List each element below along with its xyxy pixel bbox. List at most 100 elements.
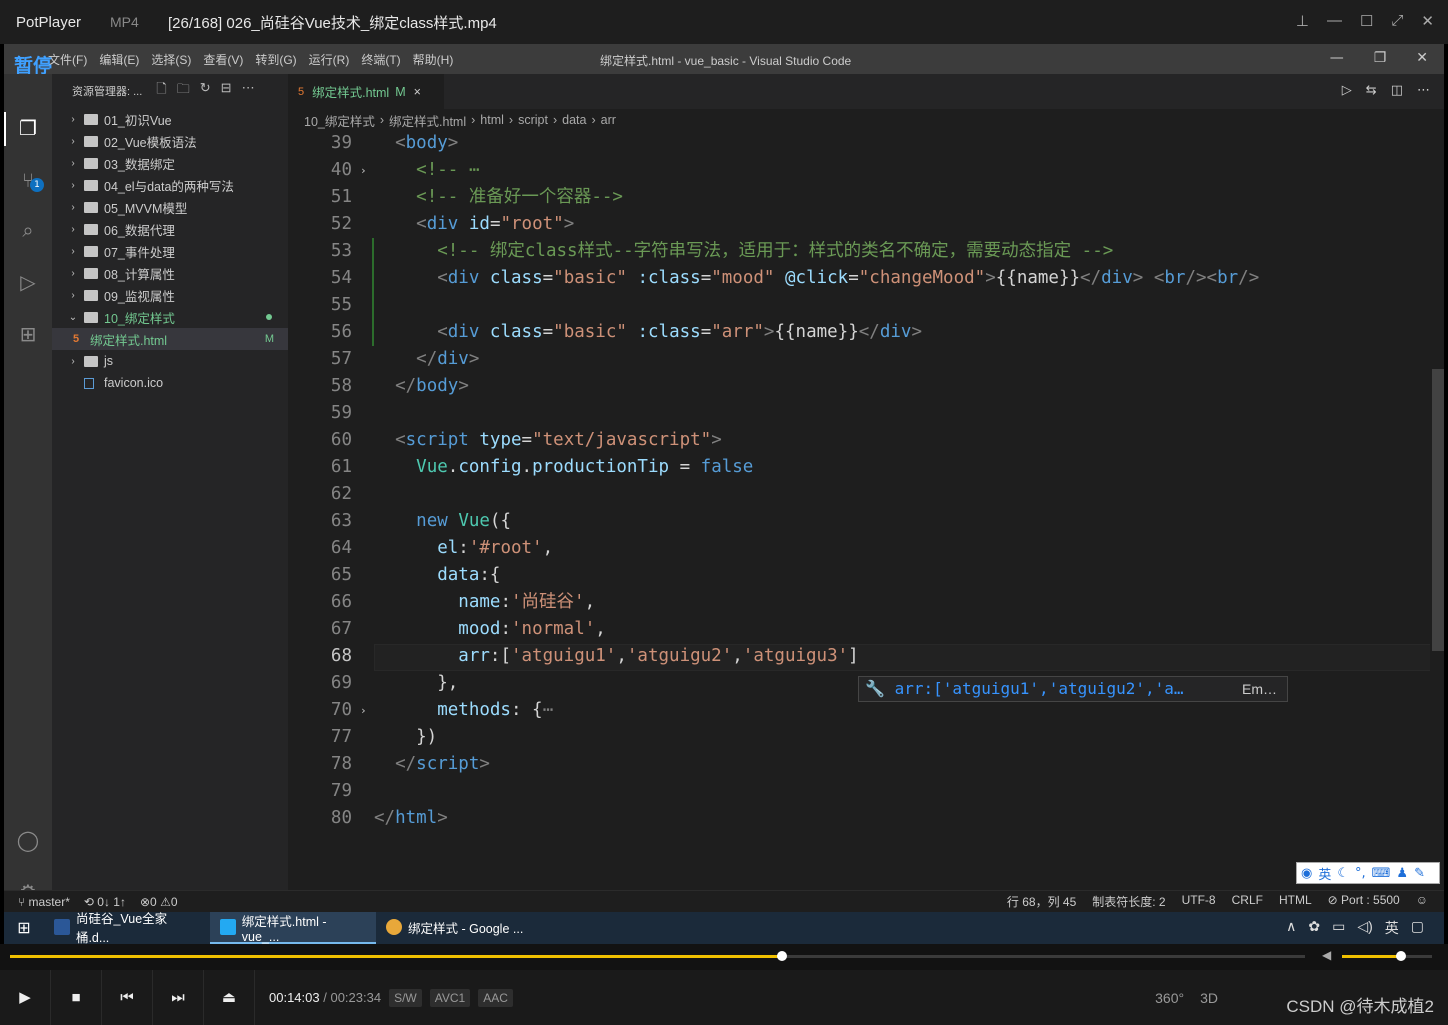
code-line[interactable]: })	[374, 724, 437, 751]
compare-icon[interactable]: ⇆	[1366, 83, 1377, 98]
network-icon[interactable]: ▭	[1332, 918, 1345, 938]
encoding[interactable]: UTF-8	[1182, 893, 1216, 910]
code-line[interactable]: <div class="basic" :class="mood" @click=…	[374, 265, 1259, 292]
menu-item[interactable]: 终端(T)	[355, 51, 406, 68]
folder-item[interactable]: › 08_计算属性	[52, 262, 288, 284]
explorer-icon[interactable]: ❐	[16, 116, 40, 140]
breadcrumb-item[interactable]: 10_绑定样式	[304, 111, 375, 130]
file-item[interactable]: favicon.ico	[52, 372, 288, 394]
fullscreen-icon[interactable]: ⤢	[1391, 12, 1403, 30]
language-mode[interactable]: HTML	[1279, 893, 1312, 910]
speaker-icon[interactable]: ◀	[1322, 948, 1331, 962]
code-line[interactable]: <div class="basic" :class="arr">{{name}}…	[374, 319, 922, 346]
folder-item[interactable]: › 01_初识Vue	[52, 108, 288, 130]
minimize-icon[interactable]: —	[1330, 50, 1344, 66]
tab-binding-style-html[interactable]: 5 绑定样式.html M ×	[288, 74, 444, 109]
collapse-all-icon[interactable]: ⊟	[221, 80, 232, 102]
branch-indicator[interactable]: ⑂ master*	[18, 895, 70, 909]
folder-item[interactable]: ⌄ 10_绑定样式	[52, 306, 288, 328]
cursor-position[interactable]: 行 68，列 45	[1007, 893, 1076, 910]
codec-badge[interactable]: AVC1	[429, 988, 471, 1007]
run-debug-icon[interactable]: ▷	[16, 270, 40, 294]
stop-button[interactable]: ■	[51, 970, 102, 1025]
feedback-icon[interactable]: ☺	[1416, 893, 1428, 910]
volume-icon[interactable]: ◁)	[1357, 918, 1372, 938]
folder-item[interactable]: › js	[52, 350, 288, 372]
breadcrumb-item[interactable]: script	[518, 113, 548, 127]
menu-item[interactable]: 帮助(H)	[407, 51, 460, 68]
code-line[interactable]: </html>	[374, 805, 448, 832]
more-actions-icon[interactable]: ⋯	[1417, 83, 1430, 98]
file-item[interactable]: 5 绑定样式.html M	[52, 328, 288, 350]
folder-item[interactable]: › 07_事件处理	[52, 240, 288, 262]
extensions-icon[interactable]: ⊞	[16, 322, 40, 346]
code-line[interactable]: data:{	[374, 562, 500, 589]
notification-icon[interactable]: ▢	[1411, 918, 1424, 938]
taskbar-item-vscode[interactable]: 绑定样式.html - vue_...	[210, 912, 376, 944]
problems-indicator[interactable]: ⊗0 ⚠0	[140, 895, 178, 909]
menu-item[interactable]: 运行(R)	[303, 51, 356, 68]
restore-icon[interactable]: ❐	[1374, 50, 1387, 66]
close-icon[interactable]: ✕	[1416, 50, 1428, 66]
code-line[interactable]: </script>	[374, 751, 490, 778]
fold-chevron-icon[interactable]: ›	[360, 157, 367, 184]
code-line[interactable]: <script type="text/javascript">	[374, 427, 722, 454]
intellisense-suggestion[interactable]: 🔧 arr:['atguigu1','atguigu2','a… Em…	[858, 676, 1288, 702]
taskbar-item-chrome[interactable]: 绑定样式 - Google ...	[376, 912, 542, 944]
code-line[interactable]: arr:['atguigu1','atguigu2','atguigu3']	[374, 643, 858, 670]
tray-app-icon[interactable]: ✿	[1308, 918, 1320, 938]
folder-item[interactable]: › 02_Vue模板语法	[52, 130, 288, 152]
play-button[interactable]: ▶	[0, 970, 51, 1025]
search-icon[interactable]: ⌕	[16, 218, 40, 242]
menu-item[interactable]: 选择(S)	[145, 51, 197, 68]
code-line[interactable]: },	[374, 670, 458, 697]
potplayer-menu-button[interactable]: PotPlayer	[0, 14, 110, 31]
scrollbar-thumb[interactable]	[1432, 369, 1444, 651]
code-line[interactable]: <div id="root">	[374, 211, 574, 238]
code-line[interactable]: <body>	[374, 130, 458, 157]
end-of-line[interactable]: CRLF	[1232, 893, 1263, 910]
folder-item[interactable]: › 04_el与data的两种写法	[52, 174, 288, 196]
close-icon[interactable]: ✕	[1421, 12, 1434, 30]
folder-item[interactable]: › 06_数据代理	[52, 218, 288, 240]
menu-item[interactable]: 编辑(E)	[93, 51, 145, 68]
open-button[interactable]: ⏏	[204, 970, 255, 1025]
tab-size[interactable]: 制表符长度: 2	[1092, 893, 1165, 910]
folder-item[interactable]: › 09_监视属性	[52, 284, 288, 306]
code-line[interactable]: <!-- 准备好一个容器-->	[374, 184, 623, 211]
code-line[interactable]: <!-- ⋯	[374, 157, 479, 184]
code-line[interactable]: methods: {⋯	[374, 697, 553, 724]
breadcrumb-item[interactable]: data	[562, 113, 586, 127]
ime-toolbar[interactable]: ◉ 英 ☾ °, ⌨ ♟ ✎	[1296, 862, 1440, 884]
new-folder-icon[interactable]: 🗀	[177, 80, 190, 102]
code-line[interactable]: name:'尚硅谷',	[374, 589, 595, 616]
code-line[interactable]: mood:'normal',	[374, 616, 606, 643]
taskbar-item-word[interactable]: 尚硅谷_Vue全家桶.d...	[44, 912, 210, 945]
folder-item[interactable]: › 05_MVVM模型	[52, 196, 288, 218]
sync-indicator[interactable]: ⟲ 0↓ 1↑	[84, 895, 126, 909]
code-line[interactable]: </body>	[374, 373, 469, 400]
breadcrumb-item[interactable]: 绑定样式.html	[389, 111, 466, 130]
run-icon[interactable]: ▷	[1342, 83, 1352, 98]
windows-start-icon[interactable]: ⊞	[4, 918, 44, 938]
tab-close-icon[interactable]: ×	[414, 85, 421, 99]
code-line[interactable]: <!-- 绑定class样式--字符串写法，适用于：样式的类名不确定，需要动态指…	[374, 238, 1113, 265]
live-server-port[interactable]: ⊘ Port : 5500	[1328, 893, 1400, 910]
vr-360-button[interactable]: 360°	[1155, 990, 1184, 1006]
previous-button[interactable]: ⏮	[102, 970, 153, 1025]
more-icon[interactable]: ⋯	[242, 80, 255, 102]
refresh-icon[interactable]: ↻	[200, 80, 211, 102]
seek-handle[interactable]	[776, 951, 787, 961]
volume-handle[interactable]	[1395, 951, 1406, 961]
code-line[interactable]: new Vue({	[374, 508, 511, 535]
codec-badge[interactable]: AAC	[478, 988, 513, 1007]
account-icon[interactable]: ◯	[16, 828, 40, 852]
new-file-icon[interactable]: 🗋	[156, 80, 166, 102]
codec-badge[interactable]: S/W	[389, 988, 422, 1007]
breadcrumb-item[interactable]: html	[480, 113, 504, 127]
breadcrumb-item[interactable]: arr	[601, 113, 616, 127]
3d-button[interactable]: 3D	[1200, 990, 1218, 1006]
code-line[interactable]: </div>	[374, 346, 479, 373]
menu-item[interactable]: 转到(G)	[249, 51, 302, 68]
ime-indicator[interactable]: 英	[1385, 918, 1399, 938]
